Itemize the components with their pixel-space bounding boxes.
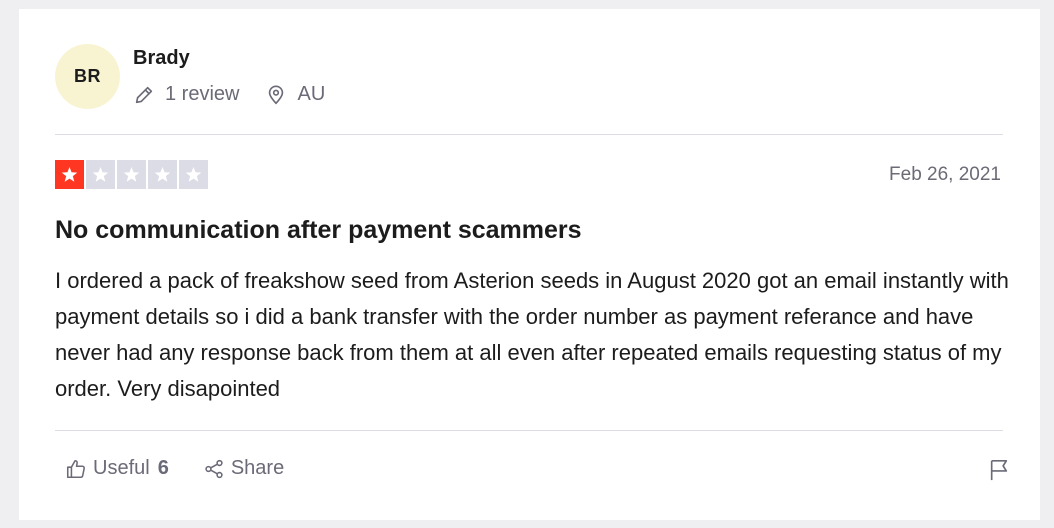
divider [55, 430, 1003, 431]
star-icon [86, 160, 115, 189]
flag-icon [988, 458, 1010, 482]
star-icon [148, 160, 177, 189]
divider [55, 134, 1003, 135]
star-rating [55, 160, 208, 189]
reviewer-country: AU [297, 83, 326, 105]
star-icon [117, 160, 146, 189]
report-flag-button[interactable] [988, 458, 1010, 487]
share-label: Share [230, 457, 285, 479]
reviewer-meta: 1 review AU [133, 83, 325, 106]
review-title[interactable]: No communication after payment scammers [55, 216, 582, 245]
reviewer-name[interactable]: Brady [133, 47, 190, 70]
useful-button[interactable]: Useful 6 [65, 457, 169, 480]
review-count: 1 review [165, 83, 240, 105]
share-icon [203, 458, 225, 480]
review-actions: Useful 6 Share [65, 457, 284, 480]
useful-count: 6 [157, 457, 169, 479]
review-date: Feb 26, 2021 [889, 164, 1001, 185]
thumbs-up-icon [65, 458, 87, 480]
star-icon [179, 160, 208, 189]
review-body: I ordered a pack of freakshow seed from … [55, 268, 1009, 401]
share-button[interactable]: Share [203, 457, 284, 480]
useful-label: Useful [93, 457, 150, 479]
location-pin-icon [265, 84, 287, 106]
review-card: BR Brady 1 review AU Feb 26, 2021 No com… [19, 9, 1040, 520]
pencil-icon [133, 84, 155, 106]
star-icon [55, 160, 84, 189]
avatar[interactable]: BR [55, 44, 120, 109]
